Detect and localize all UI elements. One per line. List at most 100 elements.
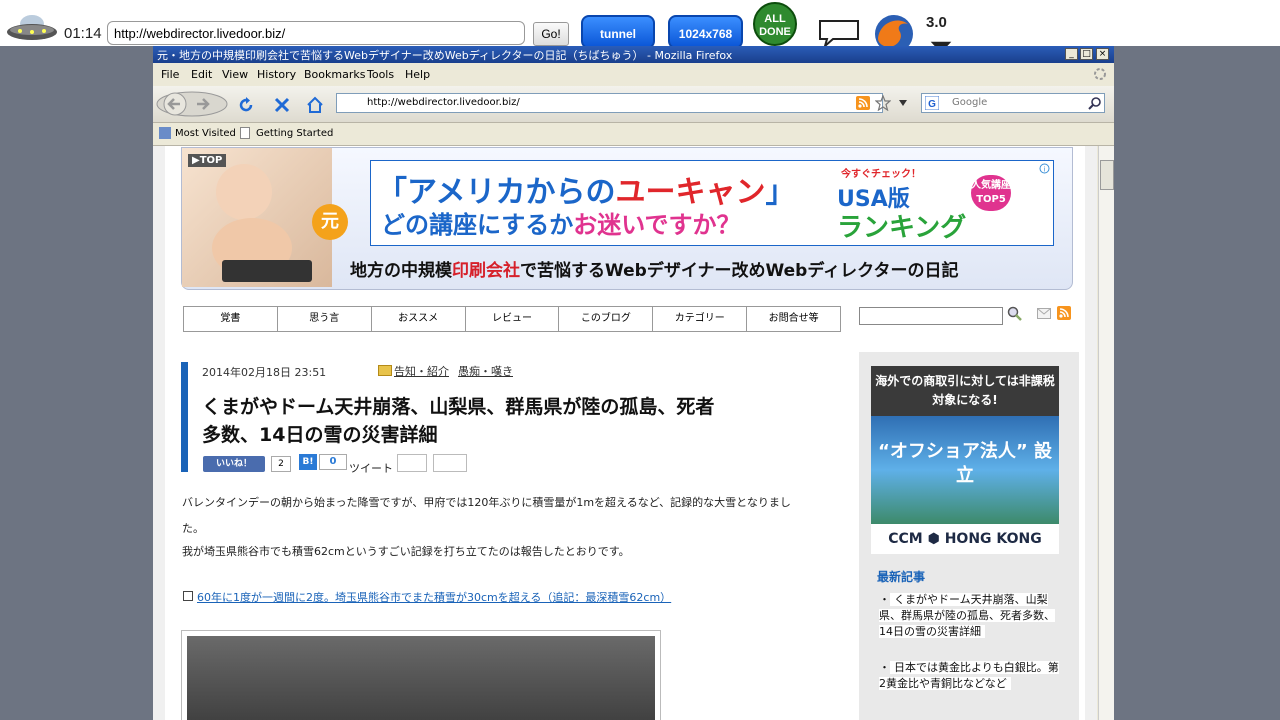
share-widget[interactable]	[433, 454, 467, 472]
maximize-button[interactable]: □	[1080, 48, 1093, 60]
moto-badge: 元	[312, 204, 348, 240]
nav-about-blog[interactable]: このブログ	[559, 307, 654, 331]
rss-feed-icon[interactable]	[856, 96, 870, 110]
google-engine-icon[interactable]: G	[925, 96, 939, 110]
bookmark-star-icon[interactable]	[875, 95, 891, 111]
bookmark-most-visited[interactable]: Most Visited	[175, 128, 236, 139]
ad-ranking: ランキング	[837, 213, 967, 243]
resolution-button[interactable]: 1024x768	[668, 15, 743, 49]
menu-file[interactable]: File	[161, 68, 179, 81]
nav-recommend[interactable]: おススメ	[372, 307, 466, 331]
menu-history[interactable]: History	[257, 68, 296, 81]
stop-icon[interactable]	[273, 96, 291, 114]
back-forward-icon[interactable]	[155, 90, 229, 118]
ad-top5-badge: 人気講座 TOP5	[971, 175, 1011, 211]
rss-icon[interactable]	[1057, 306, 1071, 320]
version-label: 3.0	[926, 14, 947, 31]
ad-tag: 今すぐチェック！	[841, 169, 921, 180]
recent-post-item[interactable]: ・くまがやドーム天井崩落、山梨県、群馬県が陸の孤島、死者多数、14日の雪の災害詳…	[879, 592, 1059, 640]
menu-tools[interactable]: Tools	[367, 68, 394, 81]
svg-text:ALL: ALL	[764, 13, 786, 25]
baby-image	[212, 164, 312, 282]
hatena-bookmark-button[interactable]: B!	[299, 454, 317, 470]
nav-memo[interactable]: 覚書	[184, 307, 278, 331]
title-bar: 元・地方の中規模印刷会社で苦悩するWebデザイナー改めWebディレクターの日記（…	[153, 46, 1114, 63]
blog-header-banner: ▶TOP 元 「アメリカからのユーキャン」 どの講座にするかお迷いですか？ 今す…	[181, 147, 1073, 290]
menu-edit[interactable]: Edit	[191, 68, 212, 81]
snow-photo[interactable]	[187, 636, 655, 720]
mail-icon[interactable]	[1037, 308, 1051, 319]
tunnel-button[interactable]: tunnel	[581, 15, 655, 49]
reload-icon[interactable]	[237, 96, 255, 114]
recent-post-link[interactable]: くまがやドーム天井崩落、山梨県、群馬県が陸の孤島、死者多数、14日の雪の災害詳細	[879, 593, 1055, 638]
page-icon	[240, 127, 250, 139]
share-widget[interactable]	[397, 454, 427, 472]
related-article-link[interactable]: 60年に1度が一週間に2度。埼玉県熊谷市でまた積雪が30cmを超える（追記：最深…	[197, 589, 671, 605]
blog-title-text: 地方の中規模	[350, 261, 452, 281]
address-bar[interactable]: http://webdirector.livedoor.biz/	[336, 93, 883, 113]
search-icon[interactable]	[1007, 306, 1023, 322]
baby-photo	[182, 148, 332, 287]
ad-text: 」	[765, 175, 796, 210]
menu-view[interactable]: View	[222, 68, 248, 81]
page-content: ▶TOP 元 「アメリカからのユーキャン」 どの講座にするかお迷いですか？ 今す…	[165, 146, 1085, 720]
chevron-down-icon[interactable]	[899, 100, 907, 106]
most-visited-icon	[159, 127, 171, 139]
article-date: 2014年02月18日 23:51	[202, 366, 327, 379]
blog-search-input[interactable]	[859, 307, 1003, 325]
tweet-button[interactable]: ツイート	[349, 460, 393, 476]
ad-banner[interactable]: 「アメリカからのユーキャン」 どの講座にするかお迷いですか？ 今すぐチェック！ …	[370, 160, 1054, 246]
page-viewport: ▶TOP 元 「アメリカからのユーキャン」 どの講座にするかお迷いですか？ 今す…	[153, 146, 1097, 720]
ad-text: どの講座にするか	[381, 211, 574, 239]
url-input[interactable]: http://webdirector.livedoor.biz/	[107, 21, 525, 45]
blog-title-text: で苦悩するWebデザイナー改めWebディレクターの日記	[520, 261, 959, 281]
browser-window: 元・地方の中規模印刷会社で苦悩するWebデザイナー改めWebディレクターの日記（…	[153, 46, 1114, 720]
menu-bar: File Edit View History Bookmarks Tools H…	[153, 64, 1114, 86]
svg-text:DONE: DONE	[759, 26, 791, 38]
blog-title-red: 印刷会社	[452, 261, 520, 281]
nav-category[interactable]: カテゴリー	[653, 307, 748, 331]
nav-thoughts[interactable]: 思う言	[278, 307, 372, 331]
vertical-scrollbar[interactable]	[1098, 146, 1114, 720]
facebook-like-button[interactable]: いいね！	[203, 456, 265, 472]
nav-review[interactable]: レビュー	[466, 307, 560, 331]
top-link[interactable]: ▶TOP	[188, 154, 227, 167]
recent-post-item[interactable]: ・日本では黄金比よりも白銀比。第2黄金比や青銅比などなど	[879, 660, 1059, 692]
article-title[interactable]: くまがやドーム天井崩落、山梨県、群馬県が陸の孤島、死者	[202, 392, 714, 419]
svg-text:G: G	[928, 99, 936, 110]
sidebar-ad-title: “オフショア法人” 設立	[878, 441, 1052, 486]
bookmark-getting-started[interactable]: Getting Started	[256, 128, 333, 139]
sidebar: 海外での商取引に対しては非課税対象になる! “オフショア法人” 設立 CCM ⬢…	[859, 352, 1079, 720]
like-count: 2	[271, 456, 291, 472]
hatena-count: 0	[319, 454, 347, 470]
menu-bookmarks[interactable]: Bookmarks	[304, 68, 365, 81]
navigation-toolbar: http://webdirector.livedoor.biz/ Google …	[153, 86, 1114, 123]
loading-throbber-icon	[1094, 68, 1106, 80]
blog-title[interactable]: 地方の中規模印刷会社で苦悩するWebデザイナー改めWebディレクターの日記	[350, 256, 958, 281]
ad-info-icon[interactable]: i	[1039, 163, 1050, 174]
sidebar-ad-logo: CCM ⬢ HONG KONG	[871, 524, 1059, 554]
article-title-line2[interactable]: 多数、14日の雪の災害詳細	[202, 420, 437, 447]
bullet-square-icon	[183, 591, 193, 601]
chat-bubble-icon[interactable]	[817, 18, 861, 48]
sidebar-ad[interactable]: 海外での商取引に対しては非課税対象になる! “オフショア法人” 設立 CCM ⬢…	[871, 366, 1059, 554]
minimize-button[interactable]: _	[1065, 48, 1078, 60]
ufo-icon[interactable]	[6, 12, 58, 44]
ad-subline: どの講座にするかお迷いですか？	[381, 205, 741, 240]
go-button[interactable]: Go!	[533, 22, 569, 46]
category-link[interactable]: 愚痴・嘆き	[458, 363, 513, 379]
nav-contact[interactable]: お問合せ等	[747, 307, 840, 331]
all-done-button[interactable]: ALL DONE	[749, 2, 801, 46]
category-link[interactable]: 告知・紹介	[394, 363, 449, 379]
article-accent-bar	[181, 362, 188, 472]
article-paragraph: バレンタインデーの朝から始まった降雪ですが、甲府では120年ぶりに積雪量が1mを…	[182, 496, 791, 509]
menu-help[interactable]: Help	[405, 68, 430, 81]
home-icon[interactable]	[305, 95, 325, 115]
search-icon[interactable]	[1088, 96, 1102, 110]
close-button[interactable]: ×	[1096, 48, 1109, 60]
recent-post-link[interactable]: 日本では黄金比よりも白銀比。第2黄金比や青銅比などなど	[879, 661, 1059, 690]
blog-nav: 覚書 思う言 おススメ レビュー このブログ カテゴリー お問合せ等	[183, 306, 841, 332]
scrollbar-thumb[interactable]	[1100, 160, 1114, 190]
sidebar-ad-headline: 海外での商取引に対しては非課税対象になる!	[871, 366, 1059, 416]
search-input[interactable]: Google	[921, 93, 1105, 113]
